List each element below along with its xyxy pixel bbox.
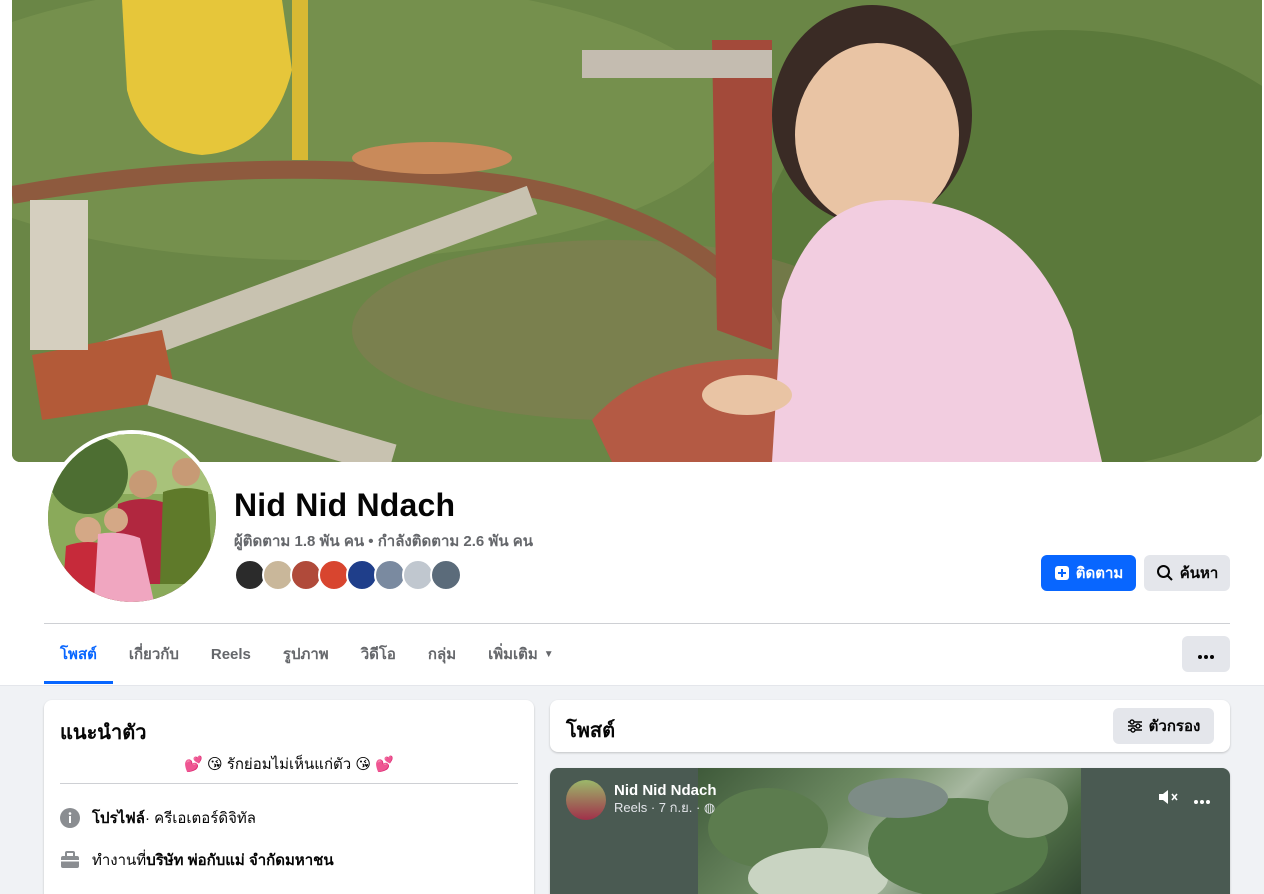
profile-picture-image	[48, 434, 216, 602]
reel-video[interactable]	[698, 768, 1081, 894]
reel-post-card[interactable]: Nid Nid Ndach Reels · 7 ก.ย. · ◍	[550, 768, 1230, 894]
tab-label: เกี่ยวกับ	[128, 646, 179, 663]
follow-button-label: ติดตาม	[1075, 565, 1124, 582]
cover-photo-image	[12, 0, 1262, 462]
tab-label: เพิ่มเติม	[488, 646, 538, 663]
reel-author-avatar[interactable]	[566, 780, 606, 820]
tab-label: Reels	[210, 645, 251, 663]
intro-row-work: ทำงานที่ บริษัท พ่อกับแม่ จำกัดมหาชน	[60, 848, 334, 872]
intro-work-company[interactable]: บริษัท พ่อกับแม่ จำกัดมหาชน	[146, 848, 333, 872]
reel-meta: Reels · 7 ก.ย. · ◍	[614, 800, 717, 816]
facebook-profile-page: Nid Nid Ndach ผู้ติดตาม 1.8 พัน คน • กำล…	[0, 0, 1264, 894]
intro-work-prefix: ทำงานที่	[92, 852, 147, 869]
filter-icon	[1127, 719, 1143, 733]
profile-name: Nid Nid Ndach	[234, 487, 456, 523]
reel-meta-text: Reels · 7 ก.ย. ·	[614, 800, 701, 815]
tab-about[interactable]: เกี่ยวกับ	[113, 624, 195, 684]
reel-controls	[1158, 788, 1210, 811]
friend-avatar[interactable]	[430, 559, 462, 591]
mute-icon[interactable]	[1158, 788, 1180, 811]
search-button[interactable]: ค้นหา	[1144, 555, 1230, 591]
follow-button[interactable]: ติดตาม	[1041, 555, 1136, 591]
cover-photo[interactable]	[12, 0, 1262, 462]
tab-more[interactable]: เพิ่มเติม ▼	[472, 624, 570, 684]
reel-author-name[interactable]: Nid Nid Ndach	[614, 782, 717, 800]
posts-title: โพสต์	[566, 720, 616, 742]
briefcase-icon	[60, 850, 80, 870]
tab-label: กลุ่ม	[427, 646, 457, 663]
tab-label: รูปภาพ	[282, 646, 329, 663]
tab-groups[interactable]: กลุ่ม	[412, 624, 472, 684]
tab-label: โพสต์	[60, 646, 97, 663]
posts-header-card: โพสต์ ตัวกรอง	[550, 700, 1230, 752]
intro-profile-label: โปรไฟล์	[92, 810, 145, 827]
intro-row-profile: โปรไฟล์ · ครีเอเตอร์ดิจิทัล	[60, 806, 256, 830]
tab-label: วิดีโอ	[360, 646, 396, 663]
tab-photos[interactable]: รูปภาพ	[267, 624, 345, 684]
intro-profile-category: · ครีเอเตอร์ดิจิทัล	[145, 810, 256, 827]
filter-button[interactable]: ตัวกรอง	[1113, 708, 1214, 744]
reel-author: Nid Nid Ndach Reels · 7 ก.ย. · ◍	[566, 780, 717, 820]
reel-more-icon[interactable]	[1194, 788, 1210, 811]
globe-icon: ◍	[703, 800, 716, 815]
intro-divider	[60, 783, 518, 784]
info-icon	[60, 808, 80, 828]
more-options-button[interactable]	[1182, 636, 1230, 672]
tab-posts[interactable]: โพสต์	[44, 624, 113, 684]
intro-bio: 💕 😘 รักย่อมไม่เห็นแก่ตัว 😘 💕	[184, 756, 394, 773]
add-friend-icon	[1054, 565, 1070, 581]
friends-avatars-row	[234, 559, 462, 591]
profile-tabs: โพสต์ เกี่ยวกับ Reels รูปภาพ วิดีโอ กลุ่…	[44, 624, 570, 684]
intro-card: แนะนำตัว 💕 😘 รักย่อมไม่เห็นแก่ตัว 😘 💕 โป…	[44, 700, 534, 894]
follow-stats[interactable]: ผู้ติดตาม 1.8 พัน คน • กำลังติดตาม 2.6 พ…	[234, 529, 533, 553]
tab-reels[interactable]: Reels	[195, 624, 267, 684]
search-button-label: ค้นหา	[1179, 565, 1219, 582]
caret-down-icon: ▼	[543, 648, 554, 660]
more-icon	[1198, 646, 1214, 663]
profile-picture[interactable]	[44, 430, 220, 606]
tab-videos[interactable]: วิดีโอ	[345, 624, 412, 684]
search-icon	[1156, 564, 1174, 582]
filter-button-label: ตัวกรอง	[1148, 718, 1201, 735]
intro-title: แนะนำตัว	[60, 722, 147, 744]
